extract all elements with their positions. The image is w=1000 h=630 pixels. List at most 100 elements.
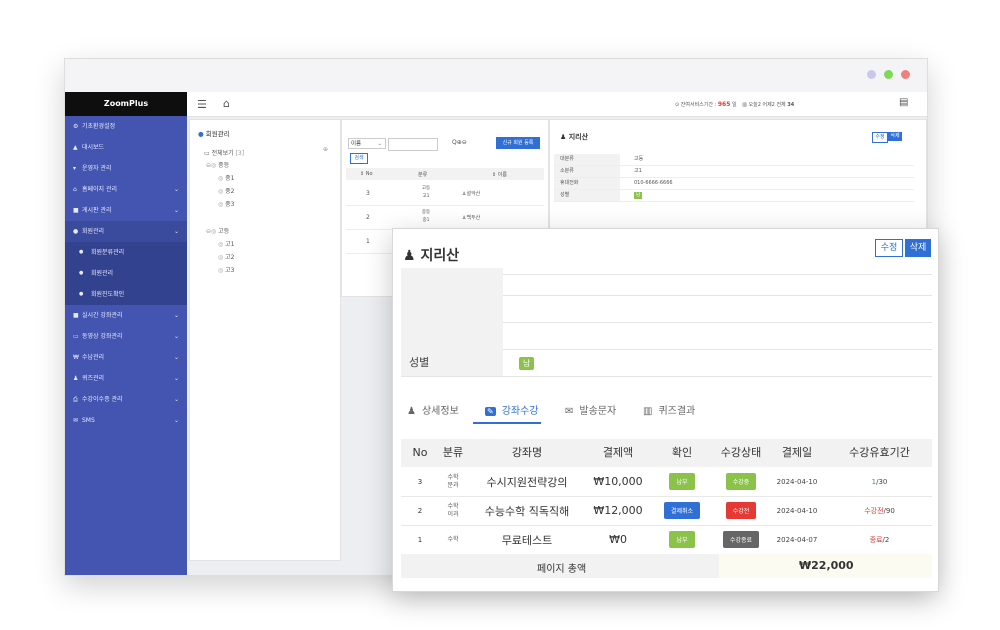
tab-0[interactable]: ♟ 상세정보 [407,400,459,424]
book-icon[interactable]: ▤ [899,97,908,108]
window-dot-1[interactable] [867,70,876,79]
bg-info-row: 휴대전화 010-6666-6666 [554,178,914,190]
total-value: ₩22,000 [799,559,854,572]
detail-bg-name: 지리산 [568,133,589,141]
window-titlebar [65,59,927,93]
table-row[interactable]: 3 고등 고1 ♟설악산 [346,182,544,206]
info-row-gender: 성별 남 [401,349,932,377]
tree-group[interactable]: ⊖◎ 고등 [206,226,229,235]
delete-button[interactable]: 삭제 [905,239,931,257]
sidebar-item[interactable]: ▭ 동영상 강좌관리 ⌄ [65,326,187,347]
sidebar-item[interactable]: ⎙ 수강이수증 관리 ⌄ [65,389,187,410]
confirm-badge[interactable]: 납부 [669,473,695,490]
confirm-badge[interactable]: 결제취소 [663,502,701,519]
bg-info-key: 성별 [554,190,620,201]
chevron-down-icon: ⌄ [173,333,179,340]
tree-child[interactable]: ◎ 고2 [218,252,235,261]
member-detail-card: ♟ 지리산 수정 삭제 성별 남 ♟ 상세정보 ✎ 강좌수강 ✉ 발송문자 ▥ 퀴즈결과 No… [392,228,939,592]
remaining-label: 잔여서비스기간 : [680,102,717,108]
tree-child[interactable]: ◎ 고1 [218,239,235,248]
tree-child-label: 고3 [225,267,235,274]
row-category-2: 고1 [422,194,430,199]
valid-used: 수강전 [864,506,884,515]
hamburger-icon[interactable]: ☰ [197,98,207,111]
detail-title: ♟ 지리산 [403,245,459,265]
search-input[interactable] [388,138,438,151]
tab-label: 발송문자 [579,406,617,417]
col-header: 결제액 [602,446,634,459]
chevron-down-icon: ⌄ [173,375,179,382]
sidebar-item[interactable]: ■ 실시간 강좌관리 ⌄ [65,305,187,326]
confirm-badge[interactable]: 납부 [669,531,695,548]
new-member-button[interactable]: 신규 회원 등록 [496,137,540,149]
table-row[interactable]: 2 수학 이과 수능수학 직독직해 ₩12,000 결제취소 수강전 2024-04-10 수강… [401,496,932,526]
tab-3[interactable]: ▥ 퀴즈결과 [643,400,695,424]
sidebar: ZoomPlus ⚙ 기초환경설정 ▲ 대시보드 ▾ 운영자 관리 ⌂ 홈페이지 관리 ⌄ ■ 게시… [65,92,187,575]
sidebar-item[interactable]: ● 회원관리 ⌄ [65,221,187,242]
sidebar-item[interactable]: ₩ 수납관리 ⌄ [65,347,187,368]
cell-confirm: 결제취소 [649,496,715,525]
search-button[interactable]: 검색 [350,153,368,164]
sidebar-item-label: 회원진도확인 [91,291,125,298]
total-label: 페이지 총액 [537,564,587,575]
table-row[interactable]: 1 수학 무료테스트 ₩0 납부 수강종료 2024-04-07 종료/2 [401,525,932,555]
cell-status: 수강전 [715,496,767,525]
tree-all-label: 전체보기 [211,150,234,157]
tree-group[interactable]: ⊖◎ 중등 [206,160,229,169]
sidebar-item[interactable]: ● 회원진도확인 [65,284,187,305]
home-icon[interactable]: ⌂ [223,97,230,110]
sidebar-item[interactable]: ⚙ 기초환경설정 [65,116,187,137]
cell-valid: 1/30 [827,467,932,496]
tree-child[interactable]: ◎ 고3 [218,265,235,274]
sidebar-item-label: 대시보드 [82,144,105,151]
window-dot-2[interactable] [884,70,893,79]
tab-label: 상세정보 [421,406,459,417]
bg-info-value: 고1 [634,168,642,174]
board-icon: ■ [73,207,79,214]
cell-amount: ₩12,000 [593,504,643,517]
user-icon: ♟ [407,406,416,417]
bullet-icon: ● [79,270,84,276]
table-row[interactable]: 2 중등 중1 ♟백두산 [346,206,544,230]
tab-1[interactable]: ✎ 강좌수강 [485,400,539,424]
sidebar-item[interactable]: ● 회원관리 [65,263,187,284]
sidebar-item[interactable]: ■ 게시판 관리 ⌄ [65,200,187,221]
sidebar-item[interactable]: ● 회원분류관리 [65,242,187,263]
col-no-label: No [365,171,373,177]
tree-toggle-icon[interactable]: ⊕ [323,146,328,153]
sidebar-item-label: 수납관리 [82,354,105,361]
search-select[interactable]: 이름 ⌄ [348,138,386,149]
sidebar-item[interactable]: ▲ 대시보드 [65,137,187,158]
tree-child[interactable]: ◎ 중2 [218,186,235,195]
sidebar-item[interactable]: ♟ 퀴즈관리 ⌄ [65,368,187,389]
video-icon: ■ [73,312,79,319]
cell-no: 2 [417,506,423,515]
chevron-down-icon: ⌄ [173,228,179,235]
user-icon: ♟ [403,248,416,264]
row-name-text: 설악산 [466,191,481,197]
tree-child[interactable]: ◎ 중3 [218,199,235,208]
chart-icon: ▥ [643,406,653,417]
delete-button-bg[interactable]: 삭제 [888,132,902,141]
cell-confirm: 납부 [649,525,715,554]
tree-all[interactable]: ▭ 전체보기 [3] [204,148,244,157]
tree-child[interactable]: ◎ 중1 [218,173,235,182]
sidebar-item-label: 퀴즈관리 [82,375,105,382]
table-row[interactable]: 3 수학 문과 수시지원전략강의 ₩10,000 납부 수강중 2024-04-10 1/30 [401,467,932,497]
window-dot-3[interactable] [901,70,910,79]
edit-button-bg[interactable]: 수정 [872,132,888,143]
sidebar-item[interactable]: ⌂ 홈페이지 관리 ⌄ [65,179,187,200]
search-icons[interactable]: Q⊕⊖ [452,139,467,146]
bg-info-row: 대분류 고등 [554,154,914,166]
edit-button[interactable]: 수정 [875,239,903,257]
row-category-1: 중등 [421,210,431,215]
tab-2[interactable]: ✉ 발송문자 [565,400,616,424]
bg-info-row: 성별 남 [554,190,914,202]
app-logo[interactable]: ZoomPlus [65,92,187,116]
sidebar-item[interactable]: ✉ SMS ⌄ [65,410,187,431]
cell-amount: ₩10,000 [593,475,643,488]
folder-icon: ▭ [204,150,212,157]
col-header: 결제일 [781,446,813,459]
cell-course: 수능수학 직독직해 [484,504,570,518]
sidebar-item[interactable]: ▾ 운영자 관리 [65,158,187,179]
